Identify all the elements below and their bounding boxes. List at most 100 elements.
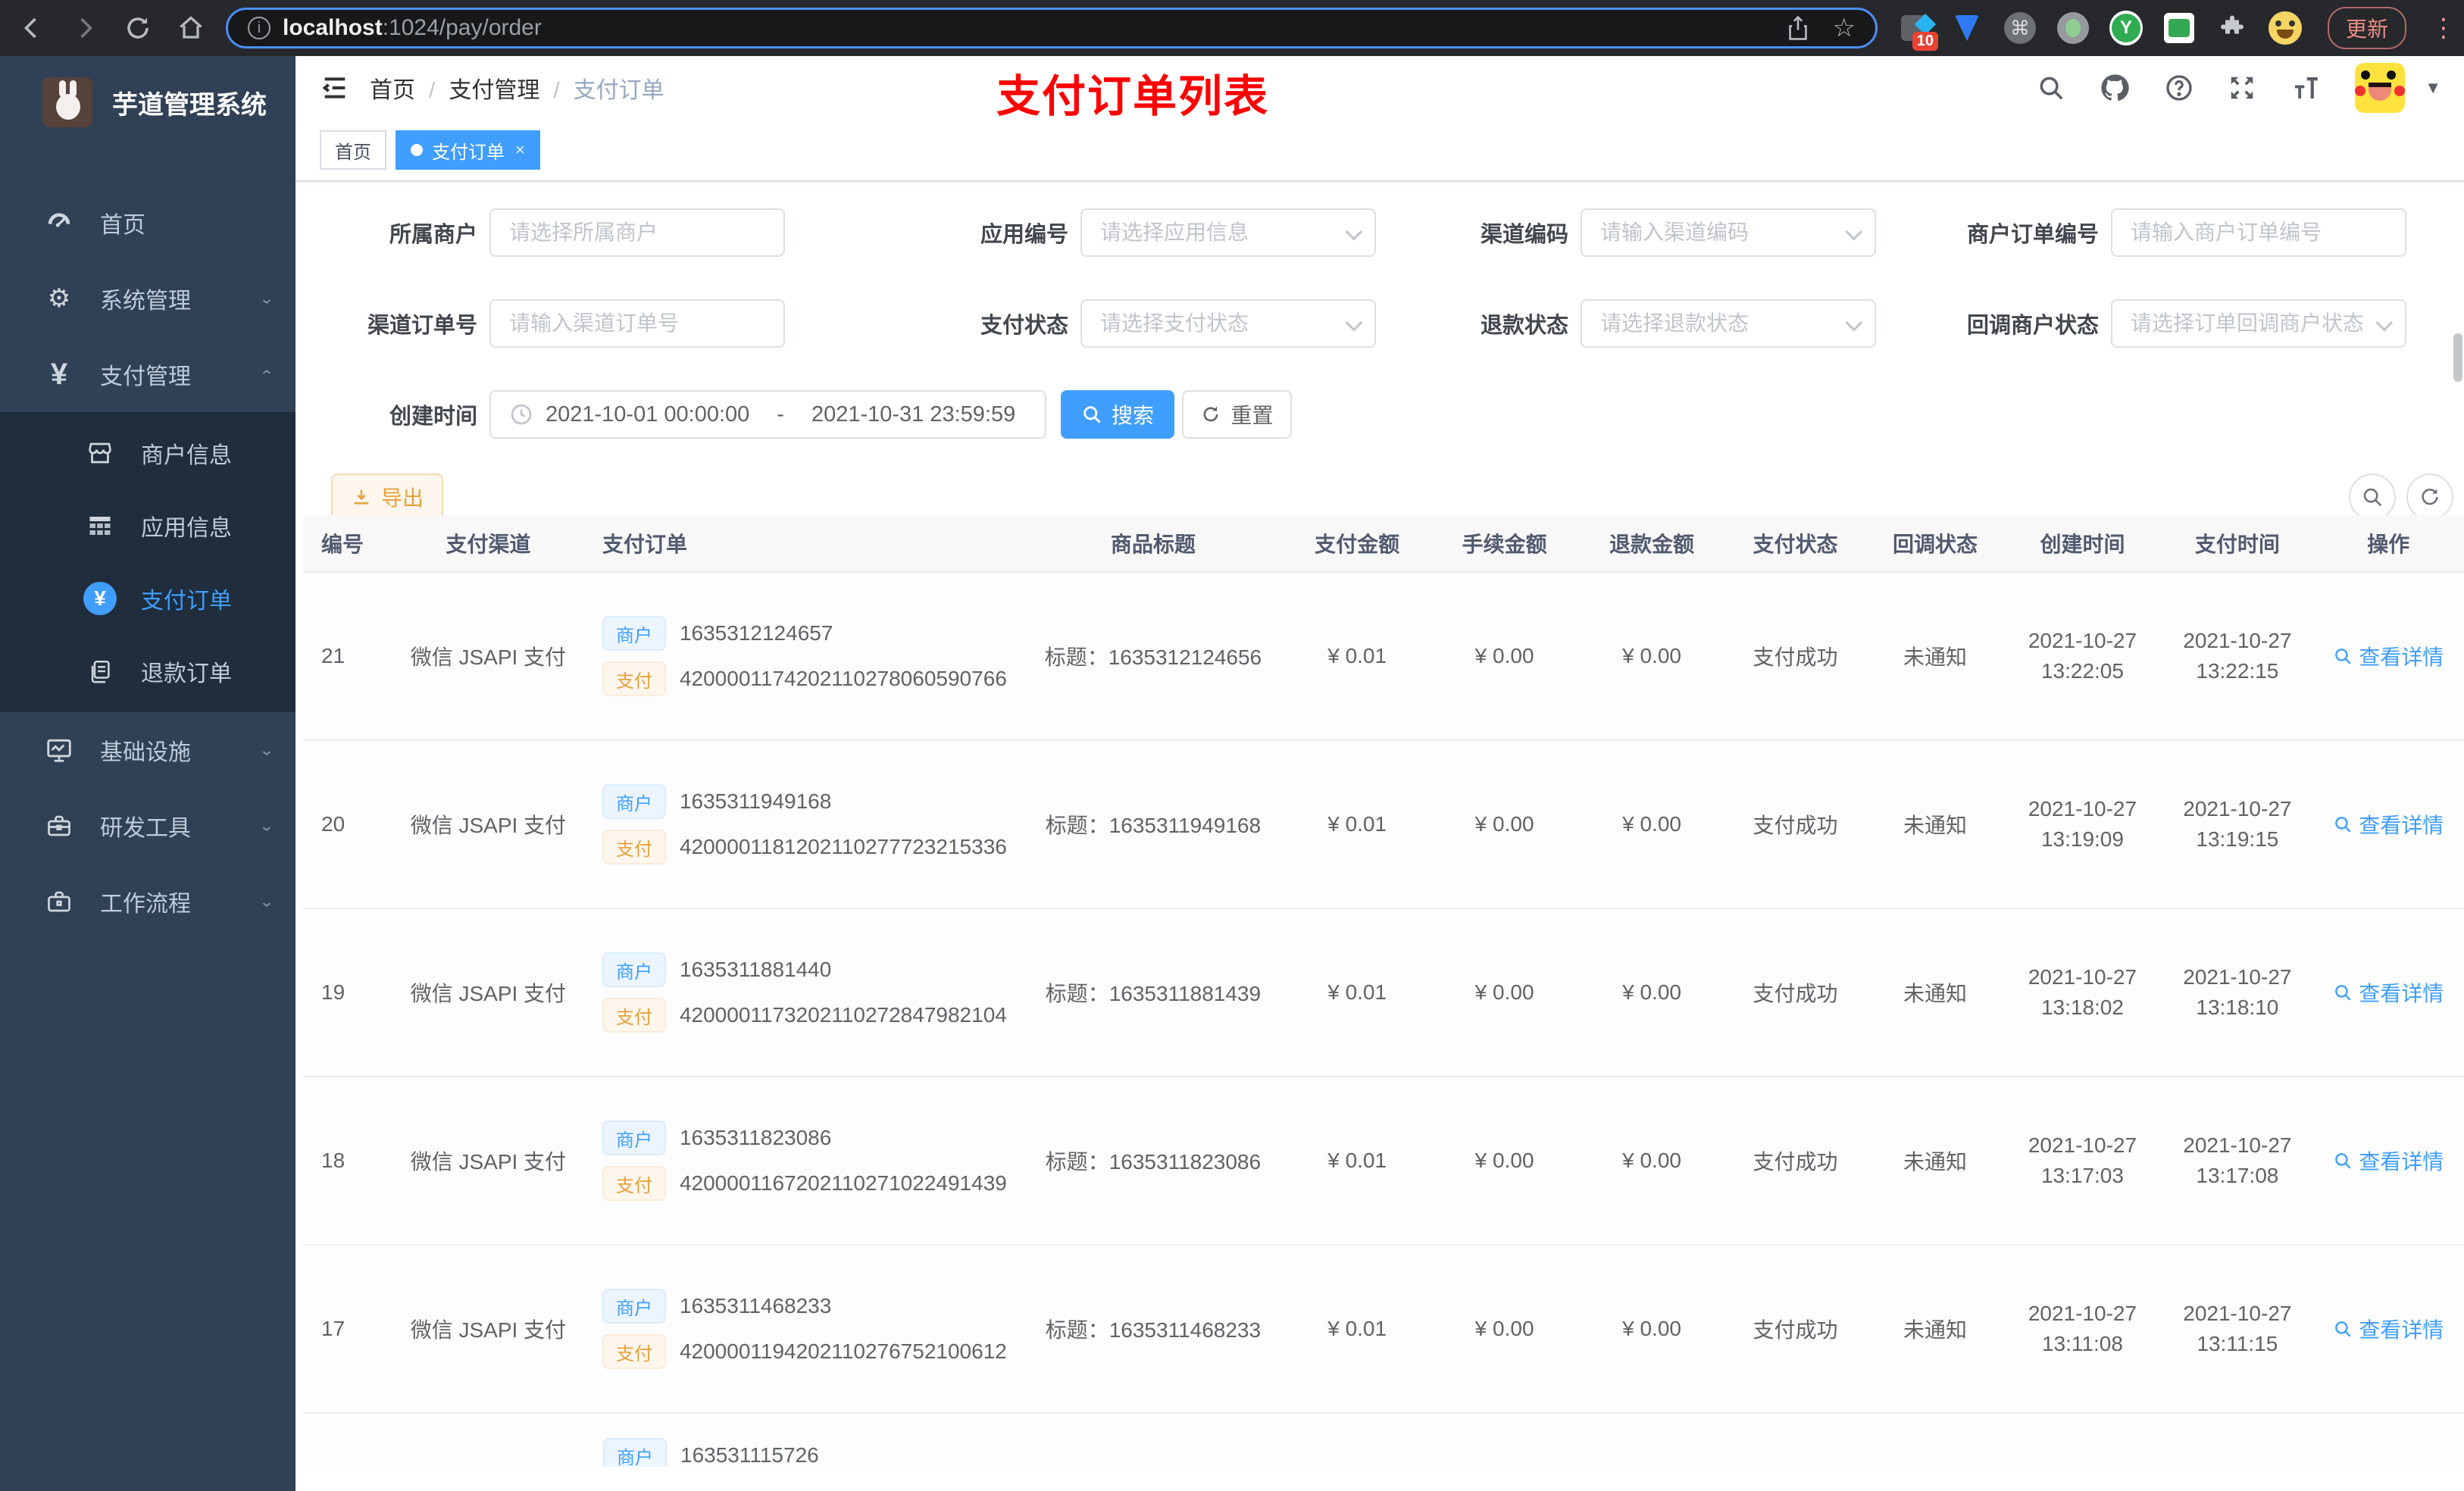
profile-avatar-icon[interactable] (2269, 11, 2302, 45)
view-detail-link[interactable]: 查看详情 (2333, 977, 2444, 1008)
tag-pay-order[interactable]: 支付订单 × (396, 130, 540, 170)
help-icon[interactable] (2164, 73, 2194, 103)
user-avatar[interactable] (2355, 63, 2406, 113)
browser-home-icon[interactable] (177, 14, 205, 42)
font-size-icon[interactable] (2290, 72, 2322, 104)
browser-forward-icon[interactable] (71, 14, 98, 42)
app-select[interactable] (1080, 208, 1376, 257)
order-id: 19 (321, 980, 346, 1004)
extension-icon[interactable]: 10 (1897, 11, 1938, 51)
merchant-tag: 商户 (602, 1121, 666, 1155)
reset-button[interactable]: 重置 (1182, 390, 1292, 439)
fullscreen-icon[interactable] (2228, 73, 2256, 102)
merchant-select[interactable] (489, 208, 785, 257)
dashboard-icon (42, 208, 76, 237)
merchant-order-no-field[interactable] (2111, 208, 2406, 257)
merchant-input[interactable] (509, 220, 765, 245)
sidebar-item-merchant-info[interactable]: 商户信息 (0, 417, 295, 489)
extension-gem-icon[interactable] (1950, 11, 1984, 45)
briefcase-icon (42, 888, 76, 915)
col-header-create-time: 创建时间 (2040, 533, 2125, 556)
notify-status-select[interactable] (2111, 299, 2406, 348)
extensions-puzzle-icon[interactable] (2215, 11, 2249, 45)
channel-code-select[interactable] (1581, 208, 1876, 257)
filter-label: 退款状态 (1480, 314, 1568, 338)
sidebar-item-label: 商户信息 (141, 443, 232, 468)
create-time-range-picker[interactable]: 2021-10-01 00:00:00 - 2021-10-31 23:59:5… (489, 390, 1046, 439)
view-detail-link[interactable]: 查看详情 (2333, 809, 2444, 839)
app-logo[interactable]: 芋道管理系统 (0, 56, 295, 147)
channel-code-input[interactable] (1600, 220, 1856, 245)
chevron-down-icon: ⌄ (258, 742, 274, 758)
search-button[interactable]: 搜索 (1061, 390, 1174, 439)
channel-order-no: 4200001174202110278060590766 (679, 667, 1007, 690)
extension-y-icon[interactable]: Y (2109, 11, 2143, 45)
sidebar-toggle-icon[interactable] (320, 73, 350, 103)
address-bar[interactable]: i localhost:1024/pay/order ☆ (226, 8, 1878, 48)
col-header-action: 操作 (2367, 533, 2410, 556)
hide-search-button[interactable] (2349, 474, 2396, 520)
product-title: 标题：1635311823086 (1045, 1150, 1262, 1174)
pay-amount: ¥ 0.01 (1327, 980, 1387, 1004)
browser-back-icon[interactable] (18, 14, 45, 42)
sidebar-item-system[interactable]: ⚙ 系统管理 ⌄ (0, 261, 295, 336)
sidebar-item-label: 系统管理 (100, 289, 191, 314)
refund-amount: ¥ 0.00 (1622, 812, 1681, 836)
store-icon (83, 439, 117, 467)
pay-tag: 支付 (602, 1334, 666, 1369)
top-navbar: 首页 支付管理 支付订单 支付订单列表 ▼ (295, 56, 2464, 121)
avatar-caret-icon[interactable]: ▼ (2425, 78, 2441, 98)
breadcrumb-pay[interactable]: 支付管理 (415, 71, 539, 105)
sidebar-item-pay[interactable]: ¥ 支付管理 ⌄ (0, 336, 295, 412)
app-input[interactable] (1100, 220, 1356, 245)
order-id: 18 (321, 1149, 346, 1172)
site-info-icon[interactable]: i (248, 17, 270, 39)
pay-status-input[interactable] (1100, 311, 1356, 336)
github-icon[interactable] (2099, 72, 2131, 104)
pay-tag: 支付 (602, 830, 666, 864)
share-icon[interactable] (1786, 15, 1810, 41)
table-row: 19 微信 JSAPI 支付 商户 1635311881440 支付 42000… (303, 909, 2464, 1077)
pay-order-cell: 商户 1635311949168 支付 42000011812021102777… (598, 774, 1021, 875)
bookmark-star-icon[interactable]: ☆ (1833, 13, 1856, 43)
table-row: 21 微信 JSAPI 支付 商户 1635312124657 支付 42000… (303, 573, 2464, 741)
view-detail-link[interactable]: 查看详情 (2333, 641, 2444, 671)
tag-home[interactable]: 首页 (320, 130, 386, 170)
pay-amount: ¥ 0.01 (1327, 644, 1387, 667)
browser-reload-icon[interactable] (124, 14, 152, 42)
page-title: 支付订单列表 (996, 72, 1270, 121)
browser-update-button[interactable]: 更新 (2328, 7, 2407, 49)
sidebar-item-pay-order[interactable]: ¥ 支付订单 (0, 562, 295, 635)
extension-command-icon[interactable]: ⌘ (2003, 11, 2037, 45)
sidebar-item-home[interactable]: 首页 (0, 185, 295, 261)
view-detail-link[interactable]: 查看详情 (2333, 1146, 2444, 1176)
table-header-row: 编号 支付渠道 支付订单 商品标题 支付金额 手续金额 退款金额 支付状态 回调… (303, 515, 2464, 573)
extension-record-icon[interactable] (2056, 11, 2090, 45)
search-icon[interactable] (2037, 73, 2065, 102)
breadcrumb-home[interactable]: 首页 (370, 71, 415, 105)
merchant-order-no: 163531115726 (680, 1443, 819, 1467)
refresh-button[interactable] (2406, 474, 2453, 520)
view-detail-link[interactable]: 查看详情 (2333, 1314, 2444, 1344)
pay-time: 2021-10-27 13:11:15 (2183, 1302, 2292, 1355)
channel-order-no-field[interactable] (489, 299, 785, 348)
notify-status: 未通知 (1903, 814, 1968, 837)
pay-status-select[interactable] (1080, 299, 1376, 348)
sidebar-item-workflow[interactable]: 工作流程 ⌄ (0, 864, 295, 939)
page-scrollbar-thumb[interactable] (2453, 333, 2462, 382)
extension-chat-icon[interactable] (2162, 11, 2196, 45)
notify-status-input[interactable] (2131, 311, 2387, 336)
browser-menu-icon[interactable]: ⋮ (2431, 13, 2456, 43)
sidebar-item-infra[interactable]: 基础设施 ⌄ (0, 712, 295, 788)
close-icon[interactable]: × (515, 140, 525, 160)
refund-status-input[interactable] (1600, 311, 1856, 336)
col-header-title: 商品标题 (1110, 533, 1196, 556)
channel-order-no-input[interactable] (509, 311, 765, 336)
merchant-order-no-input[interactable] (2131, 220, 2387, 245)
sidebar-item-refund-order[interactable]: 退款订单 (0, 635, 295, 708)
sidebar-item-app-info[interactable]: 应用信息 (0, 489, 295, 562)
sidebar-item-devtools[interactable]: 研发工具 ⌄ (0, 788, 295, 864)
sidebar-item-label: 支付订单 (141, 589, 232, 614)
refund-status-select[interactable] (1581, 299, 1876, 348)
export-button[interactable]: 导出 (331, 474, 443, 520)
